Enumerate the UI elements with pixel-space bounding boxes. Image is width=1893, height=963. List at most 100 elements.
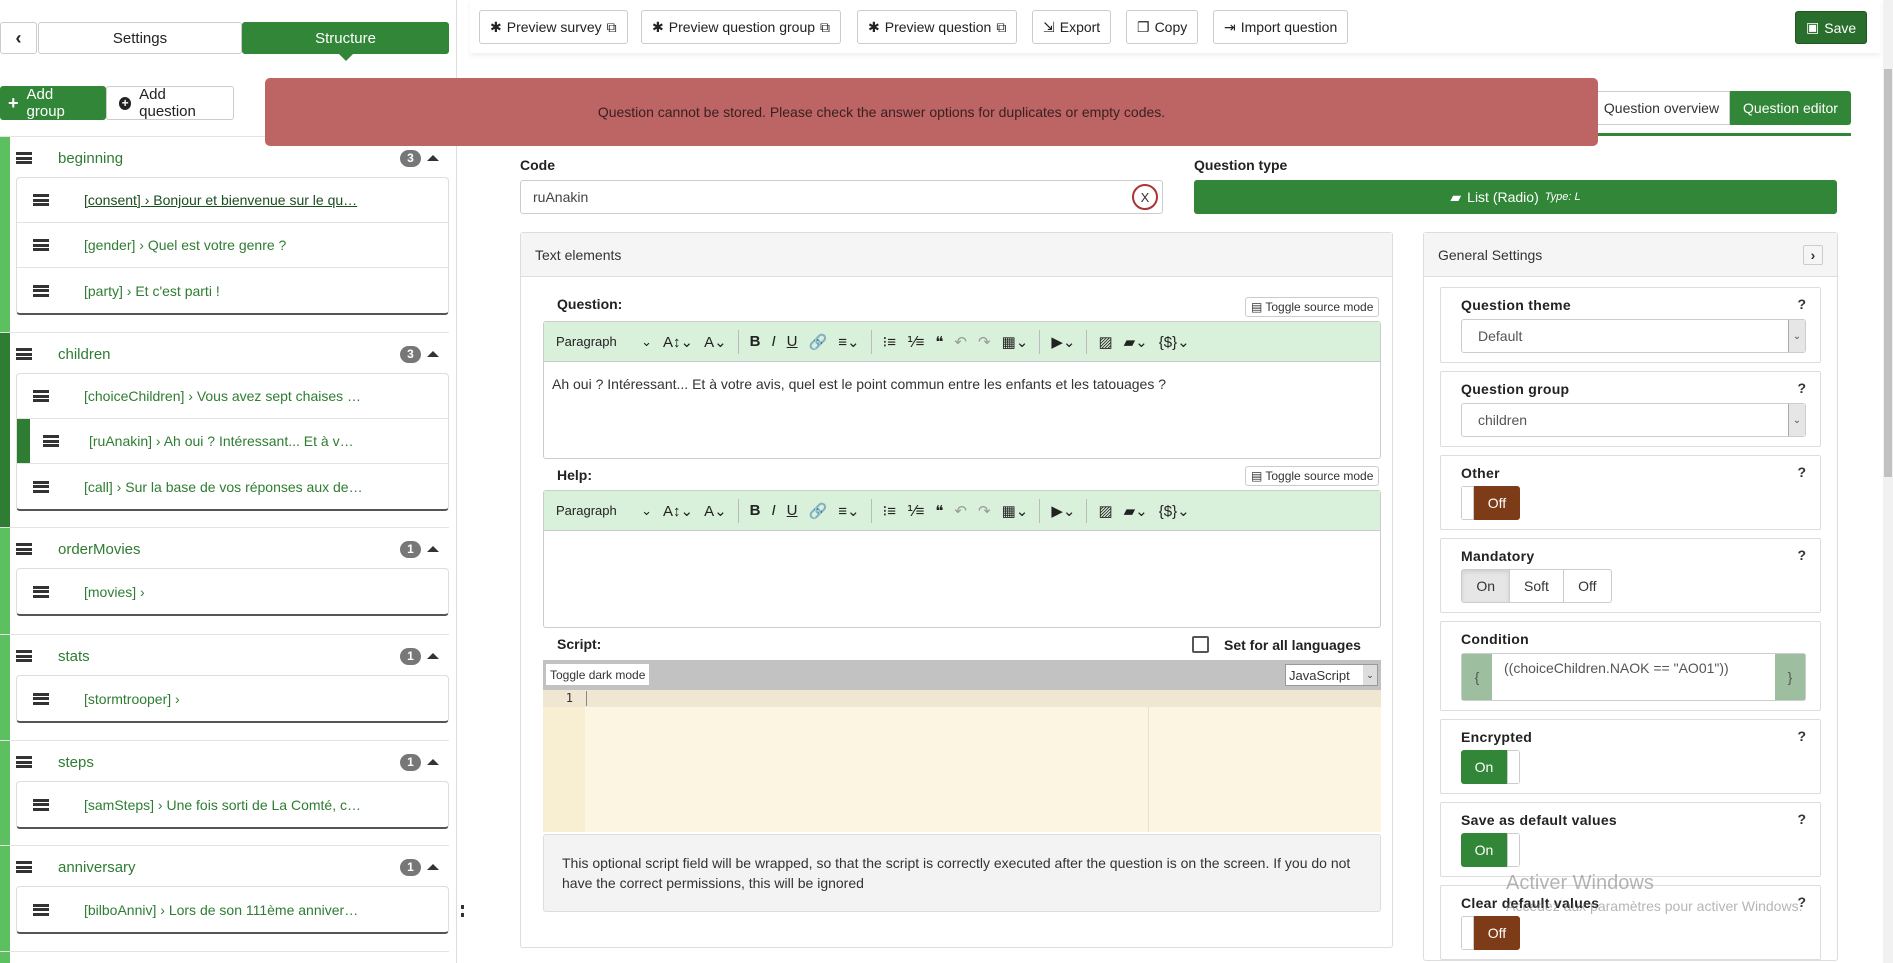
group-header[interactable]: orderMovies 1 bbox=[16, 538, 439, 560]
drag-handle-icon[interactable] bbox=[33, 798, 49, 811]
condition-input[interactable]: ((choiceChildren.NAOK == "AO01")) bbox=[1492, 654, 1775, 700]
undo-icon[interactable]: ↶ bbox=[954, 333, 967, 351]
code-input[interactable]: ruAnakin bbox=[520, 180, 1163, 214]
underline-icon[interactable]: U bbox=[787, 502, 798, 519]
file-manager-icon[interactable]: ▰⌄ bbox=[1124, 333, 1148, 351]
help-icon[interactable]: ? bbox=[1797, 380, 1806, 396]
toggle-source-mode-button[interactable]: ▤ Toggle source mode bbox=[1245, 466, 1380, 486]
bullet-list-icon[interactable]: ⁝≡ bbox=[883, 502, 897, 520]
group-name[interactable]: orderMovies bbox=[58, 541, 400, 558]
paragraph-select[interactable]: Paragraph ⌄ bbox=[556, 334, 652, 350]
drag-handle-icon[interactable] bbox=[16, 650, 32, 662]
group-name[interactable]: stats bbox=[58, 648, 400, 665]
question-link[interactable]: [consent] › Bonjour et bienvenue sur le … bbox=[84, 192, 357, 208]
question-item[interactable]: [consent] › Bonjour et bienvenue sur le … bbox=[17, 178, 448, 223]
media-icon[interactable]: ▶⌄ bbox=[1051, 333, 1075, 351]
script-code-editor[interactable]: 1 bbox=[543, 690, 1381, 832]
expression-icon[interactable]: {$}⌄ bbox=[1159, 502, 1190, 520]
collapse-caret-icon[interactable] bbox=[427, 155, 439, 161]
toggle-source-mode-button[interactable]: ▤ Toggle source mode bbox=[1245, 297, 1380, 317]
drag-handle-icon[interactable] bbox=[33, 284, 49, 297]
drag-handle-icon[interactable] bbox=[16, 152, 32, 164]
preview-question-group-button[interactable]: ✱ Preview question group ⧉ bbox=[641, 10, 842, 44]
language-select[interactable]: JavaScript ⌄ bbox=[1285, 664, 1378, 686]
question-item[interactable]: [samSteps] › Une fois sorti de La Comté,… bbox=[17, 782, 448, 827]
export-button[interactable]: ⇲ Export bbox=[1032, 10, 1112, 44]
toggle-dark-mode-button[interactable]: Toggle dark mode bbox=[546, 664, 650, 685]
help-icon[interactable]: ? bbox=[1797, 547, 1806, 563]
table-icon[interactable]: ▦⌄ bbox=[1002, 333, 1029, 351]
add-question-button[interactable]: + Add question bbox=[106, 86, 234, 120]
bold-icon[interactable]: B bbox=[750, 502, 761, 519]
drag-handle-icon[interactable] bbox=[33, 194, 49, 206]
question-link[interactable]: [bilboAnniv] › Lors de son 111ème annive… bbox=[84, 902, 358, 918]
question-item[interactable]: [party] › Et c'est parti ! bbox=[17, 268, 448, 313]
font-color-icon[interactable]: A⌄ bbox=[704, 502, 727, 520]
blockquote-icon[interactable]: ❝ bbox=[935, 333, 943, 351]
question-link[interactable]: [samSteps] › Une fois sorti de La Comté,… bbox=[84, 797, 361, 813]
numbered-list-icon[interactable]: ⅟≡ bbox=[907, 502, 924, 520]
other-toggle[interactable]: Off bbox=[1461, 486, 1520, 520]
question-link[interactable]: [party] › Et c'est parti ! bbox=[84, 283, 220, 299]
group-header[interactable]: beginning 3 bbox=[16, 147, 439, 169]
underline-icon[interactable]: U bbox=[787, 333, 798, 350]
add-group-button[interactable]: + Add group bbox=[0, 86, 106, 120]
drag-handle-icon[interactable] bbox=[16, 348, 32, 360]
help-icon[interactable]: ? bbox=[1797, 811, 1806, 827]
group-name[interactable]: steps bbox=[58, 754, 400, 771]
save-button[interactable]: ▣ Save bbox=[1795, 11, 1868, 44]
collapse-caret-icon[interactable] bbox=[427, 864, 439, 870]
import-question-button[interactable]: ⇥ Import question bbox=[1213, 10, 1349, 44]
question-link[interactable]: [gender] › Quel est votre genre ? bbox=[84, 237, 286, 253]
drag-handle-icon[interactable] bbox=[33, 480, 49, 493]
tab-settings[interactable]: Settings bbox=[38, 22, 242, 54]
collapse-sidebar-button[interactable]: ‹ bbox=[0, 22, 37, 54]
paragraph-select[interactable]: Paragraph ⌄ bbox=[556, 503, 652, 519]
question-item[interactable]: [ruAnakin] › Ah oui ? Intéressant... Et … bbox=[17, 419, 448, 464]
clear-code-button[interactable]: X bbox=[1132, 184, 1158, 210]
drag-handle-icon[interactable] bbox=[16, 861, 32, 873]
group-header[interactable]: stats 1 bbox=[16, 645, 439, 667]
drag-handle-icon[interactable] bbox=[33, 239, 49, 251]
clear-default-toggle[interactable]: Off bbox=[1461, 916, 1520, 950]
question-theme-select[interactable]: Default ⌄ bbox=[1461, 319, 1806, 353]
question-item[interactable]: [stormtrooper] › bbox=[17, 676, 448, 721]
question-type-button[interactable]: ▰ List (Radio) Type: L bbox=[1194, 180, 1837, 214]
image-icon[interactable]: ▨ bbox=[1098, 502, 1112, 520]
collapse-caret-icon[interactable] bbox=[427, 759, 439, 765]
font-size-icon[interactable]: A↕⌄ bbox=[663, 502, 693, 520]
preview-question-button[interactable]: ✱ Preview question ⧉ bbox=[857, 10, 1018, 44]
question-link[interactable]: [choiceChildren] › Vous avez sept chaise… bbox=[84, 388, 361, 404]
drag-handle-icon[interactable] bbox=[16, 756, 32, 768]
tab-question-overview[interactable]: Question overview bbox=[1593, 91, 1730, 125]
table-icon[interactable]: ▦⌄ bbox=[1002, 502, 1029, 520]
mandatory-on[interactable]: On bbox=[1462, 570, 1510, 602]
redo-icon[interactable]: ↷ bbox=[978, 502, 991, 520]
help-text-area[interactable] bbox=[544, 531, 1380, 621]
group-header[interactable]: steps 1 bbox=[16, 751, 439, 773]
question-item[interactable]: [choiceChildren] › Vous avez sept chaise… bbox=[17, 374, 448, 419]
group-header[interactable]: children 3 bbox=[16, 343, 439, 365]
link-icon[interactable]: 🔗 bbox=[809, 333, 828, 351]
help-icon[interactable]: ? bbox=[1797, 296, 1806, 312]
drag-handle-icon[interactable] bbox=[33, 390, 49, 402]
question-item[interactable]: [movies] › bbox=[17, 569, 448, 614]
scrollbar[interactable] bbox=[1883, 0, 1893, 963]
group-name[interactable]: anniversary bbox=[58, 859, 400, 876]
help-icon[interactable]: ? bbox=[1797, 728, 1806, 744]
media-icon[interactable]: ▶⌄ bbox=[1051, 502, 1075, 520]
drag-handle-icon[interactable] bbox=[33, 585, 49, 598]
collapse-caret-icon[interactable] bbox=[427, 351, 439, 357]
copy-button[interactable]: ❐ Copy bbox=[1126, 10, 1199, 44]
undo-icon[interactable]: ↶ bbox=[954, 502, 967, 520]
bold-icon[interactable]: B bbox=[750, 333, 761, 350]
question-item[interactable]: [gender] › Quel est votre genre ? bbox=[17, 223, 448, 268]
group-header[interactable]: anniversary 1 bbox=[16, 856, 439, 878]
bullet-list-icon[interactable]: ⁝≡ bbox=[883, 333, 897, 351]
question-link[interactable]: [ruAnakin] › Ah oui ? Intéressant... Et … bbox=[89, 433, 354, 449]
image-icon[interactable]: ▨ bbox=[1098, 333, 1112, 351]
link-icon[interactable]: 🔗 bbox=[809, 502, 828, 520]
numbered-list-icon[interactable]: ⅟≡ bbox=[907, 333, 924, 351]
encrypted-toggle[interactable]: On bbox=[1461, 750, 1520, 784]
preview-survey-button[interactable]: ✱ Preview survey ⧉ bbox=[479, 10, 628, 44]
